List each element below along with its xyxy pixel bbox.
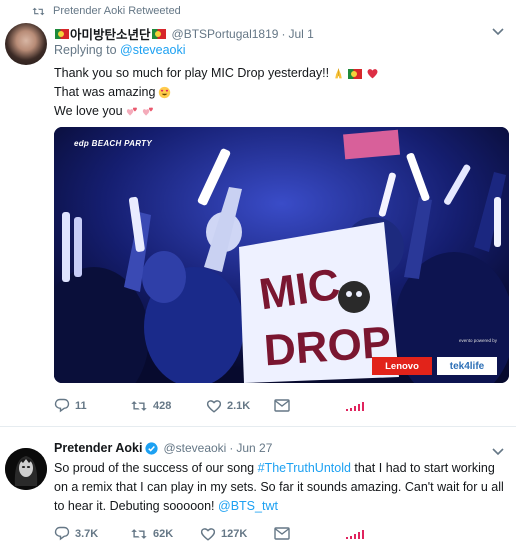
red-heart-emoji: [367, 69, 378, 79]
like-icon[interactable]: [200, 527, 216, 541]
like-action[interactable]: 2.1K: [206, 399, 274, 413]
avatar[interactable]: [5, 23, 47, 65]
tweet-text-line: We love you: [54, 104, 123, 118]
portugal-flag-icon: [55, 28, 69, 39]
message-action[interactable]: [274, 399, 346, 412]
retweet-count: 62K: [153, 527, 174, 540]
retweet-icon: [32, 7, 45, 15]
reply-icon[interactable]: [54, 398, 70, 413]
hashtag-link[interactable]: #TheTruthUntold: [258, 461, 351, 475]
reply-icon[interactable]: [54, 526, 70, 541]
event-overlay-text: edp BEACH PARTY: [74, 139, 152, 148]
retweet-icon[interactable]: [130, 399, 148, 413]
tweet-header: Pretender Aoki @steveaoki · Jun 27: [54, 441, 272, 455]
like-count: 127K: [221, 527, 248, 540]
like-count: 2.1K: [227, 399, 251, 412]
separator: ·: [281, 26, 286, 41]
replying-to-label: Replying to: [54, 43, 117, 57]
tweet-media-image[interactable]: MIC DROP edp BEACH PARTY evento powered …: [54, 127, 509, 383]
message-icon[interactable]: [274, 399, 290, 412]
author-name[interactable]: 아미방탄소년단: [70, 24, 151, 43]
tweet-header: 아미방탄소년단 @BTSPortugal1819 · Jul 1: [54, 24, 314, 43]
retweet-icon[interactable]: [130, 527, 148, 541]
author-handle[interactable]: @steveaoki: [163, 441, 226, 455]
retweet-context: Pretender Aoki Retweeted: [32, 5, 181, 17]
separator: ·: [229, 441, 234, 455]
retweet-context-text: Pretender Aoki Retweeted: [53, 5, 181, 17]
tweet-actions: 11 428 2.1K: [54, 398, 364, 413]
avatar-image: [5, 448, 47, 490]
author-name[interactable]: Pretender Aoki: [54, 441, 142, 455]
timestamp[interactable]: Jul 1: [288, 27, 313, 41]
concert-photo: MIC DROP: [54, 127, 509, 383]
sponsor-logo-tek4life: tek4life: [437, 357, 497, 375]
chevron-down-icon[interactable]: [491, 447, 505, 457]
message-icon[interactable]: [274, 527, 290, 540]
retweet-action[interactable]: 62K: [130, 527, 200, 541]
two-hearts-emoji: [126, 107, 137, 116]
tweet-text-line: Thank you so much for play MIC Drop yest…: [54, 66, 330, 80]
analytics-action[interactable]: [346, 401, 364, 411]
tweet-card-original[interactable]: Pretender Aoki @steveaoki · Jun 27 So pr…: [0, 428, 516, 555]
replying-to-mention[interactable]: @steveaoki: [120, 43, 186, 57]
analytics-action[interactable]: [346, 529, 364, 539]
portugal-flag-icon: [348, 68, 363, 79]
reply-count: 11: [75, 399, 87, 412]
tweet-card-retweeted[interactable]: Pretender Aoki Retweeted 아미방탄소년단 @BTSPor…: [0, 0, 516, 427]
timestamp[interactable]: Jun 27: [236, 441, 272, 455]
verified-icon: [145, 441, 159, 455]
two-hearts-emoji: [142, 107, 153, 116]
analytics-icon[interactable]: [346, 529, 364, 539]
retweet-action[interactable]: 428: [130, 399, 206, 413]
sponsor-logo-lenovo: Lenovo: [372, 357, 432, 375]
analytics-icon[interactable]: [346, 401, 364, 411]
tweet-text-part: So proud of the success of our song: [54, 461, 258, 475]
avatar[interactable]: [5, 448, 47, 490]
chevron-down-icon[interactable]: [491, 27, 505, 37]
message-action[interactable]: [274, 527, 346, 540]
retweet-count: 428: [153, 399, 172, 412]
like-icon[interactable]: [206, 399, 222, 413]
reply-action[interactable]: 11: [54, 398, 130, 413]
author-handle[interactable]: @BTSPortugal1819: [172, 27, 279, 41]
tweet-text-line: That was amazing: [54, 85, 156, 99]
replying-to: Replying to @steveaoki: [54, 43, 186, 57]
like-action[interactable]: 127K: [200, 527, 274, 541]
tweet-text: So proud of the success of our song #The…: [54, 459, 509, 516]
reply-action[interactable]: 3.7K: [54, 526, 130, 541]
portugal-flag-icon: [151, 28, 166, 39]
reply-count: 3.7K: [75, 527, 99, 540]
mention-link[interactable]: @BTS_twt: [218, 499, 278, 513]
folded-hands-emoji: [335, 68, 342, 79]
sponsor-caption: evento powered by: [458, 338, 497, 343]
tweet-actions: 3.7K 62K 127K: [54, 526, 364, 541]
smiling-heart-eyes-emoji: [159, 86, 171, 99]
tweet-text: Thank you so much for play MIC Drop yest…: [54, 64, 379, 121]
